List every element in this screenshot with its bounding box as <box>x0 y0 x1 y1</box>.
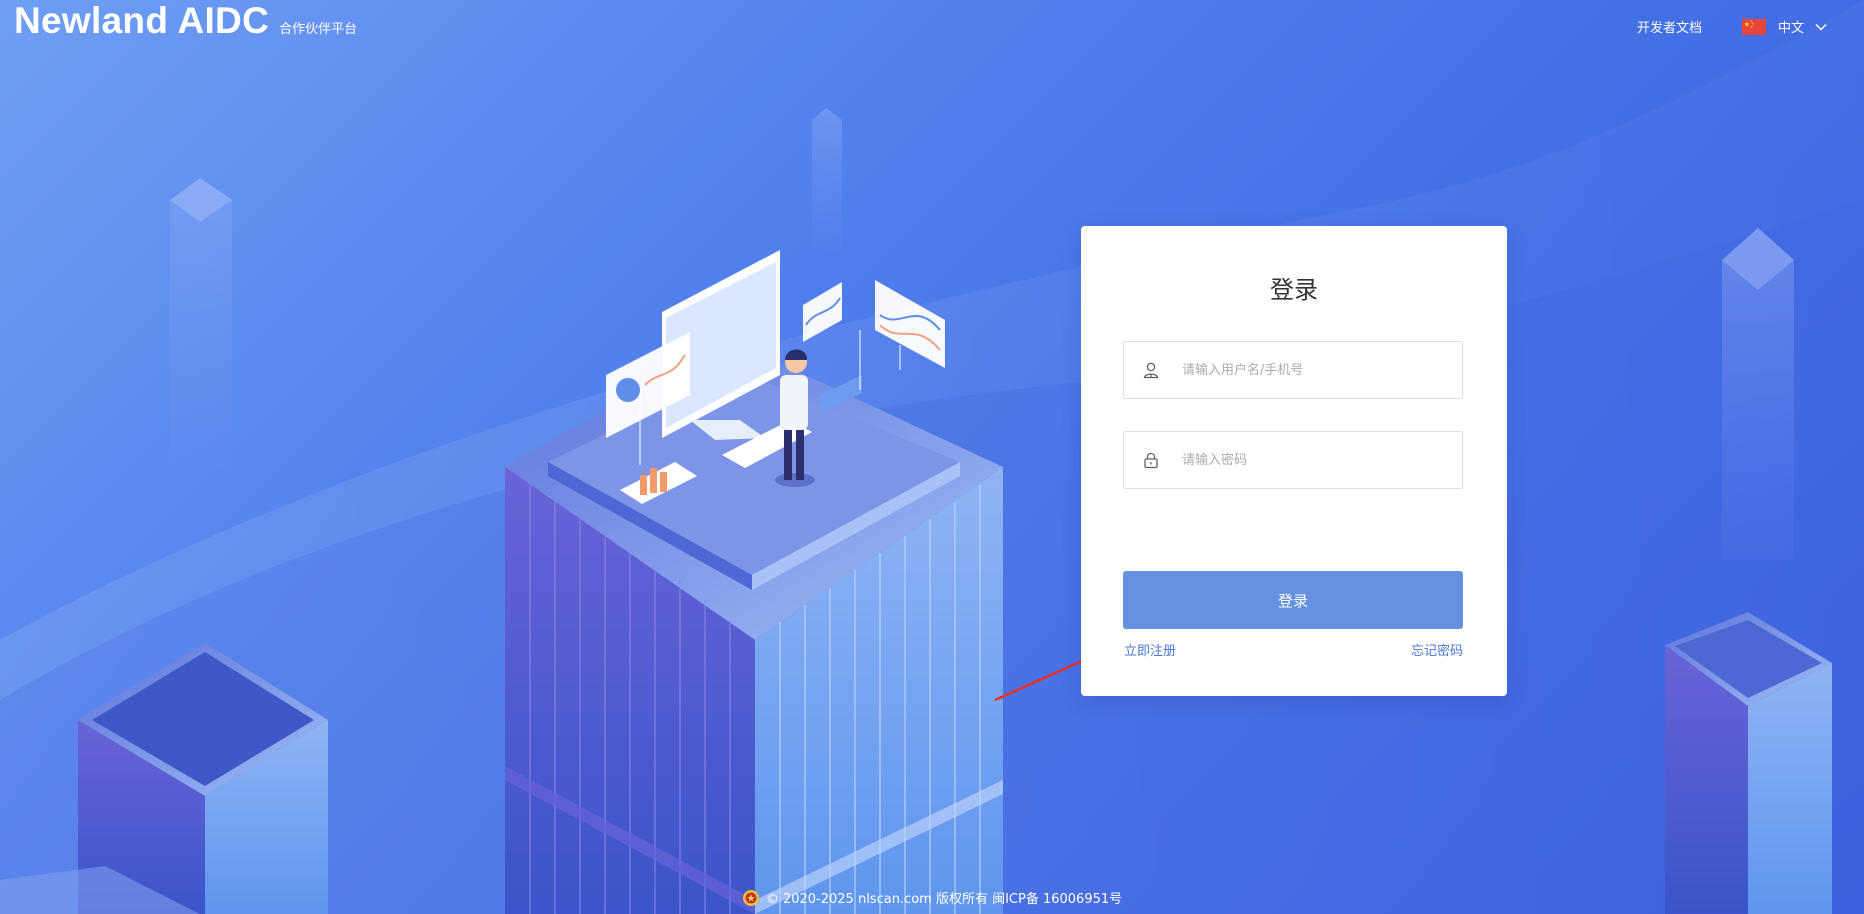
brand-name: Newland AIDC <box>14 0 270 41</box>
chevron-down-icon <box>1815 23 1827 31</box>
brand: Newland AIDC 合作伙伴平台 <box>14 0 357 42</box>
user-icon <box>1143 362 1159 379</box>
password-input[interactable] <box>1180 451 1454 469</box>
password-field[interactable] <box>1123 431 1463 489</box>
city-illustration <box>0 0 1864 914</box>
login-card: 登录 登录 立即注册 忘记密码 <box>1081 226 1507 696</box>
lock-icon <box>1144 452 1158 469</box>
footer-copyright: © 2020-2025 nlscan.com 版权所有 闽ICP备 160069… <box>765 892 1123 907</box>
footer: © 2020-2025 nlscan.com 版权所有 闽ICP备 160069… <box>0 888 1864 907</box>
top-nav: 开发者文档 中文 <box>1637 17 1828 36</box>
register-link[interactable]: 立即注册 <box>1124 640 1176 659</box>
forgot-password-link[interactable]: 忘记密码 <box>1411 640 1463 659</box>
login-title: 登录 <box>1270 276 1318 304</box>
username-field[interactable] <box>1123 341 1463 399</box>
username-input[interactable] <box>1180 361 1454 379</box>
language-label: 中文 <box>1777 21 1804 36</box>
login-button[interactable]: 登录 <box>1123 571 1463 629</box>
police-badge-icon <box>742 889 759 906</box>
login-page: Newland AIDC 合作伙伴平台 开发者文档 中文 登录 请输入用户名/手… <box>0 0 1864 914</box>
brand-subtitle: 合作伙伴平台 <box>279 22 358 37</box>
developer-docs-link[interactable]: 开发者文档 <box>1637 17 1702 36</box>
language-selector[interactable]: 中文 <box>1741 17 1828 36</box>
china-flag-icon <box>1741 18 1766 35</box>
